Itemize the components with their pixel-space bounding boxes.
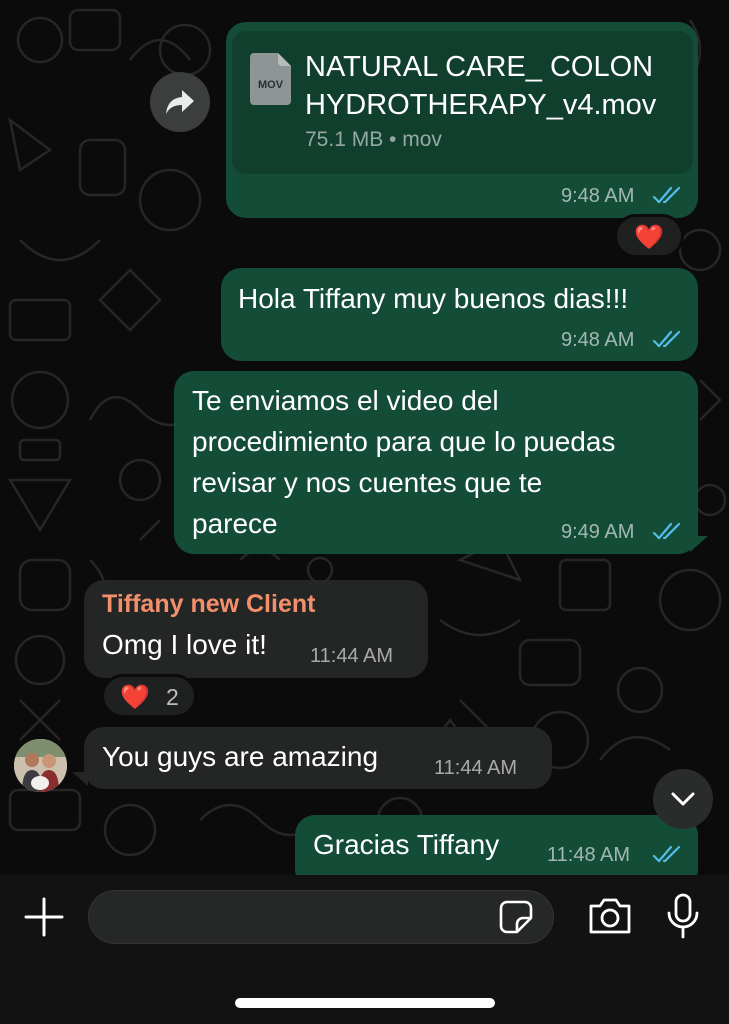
document-file-icon: MOV xyxy=(250,53,291,105)
heart-reaction-icon: ❤️ xyxy=(120,684,150,711)
file-size-type: 75.1 MB • mov xyxy=(305,128,442,151)
camera-button[interactable] xyxy=(587,896,633,936)
double-check-read-icon xyxy=(652,522,682,547)
microphone-icon xyxy=(667,893,699,939)
sticker-icon xyxy=(499,900,533,934)
message-text: Hola Tiffany muy buenos dias!!! xyxy=(238,283,629,314)
message-text: You guys are amazing xyxy=(102,741,379,772)
message-time: 9:48 AM xyxy=(561,185,635,207)
message-input-field[interactable] xyxy=(107,899,491,937)
camera-icon xyxy=(589,898,631,934)
heart-reaction-icon: ❤️ xyxy=(634,224,664,251)
bubble-tail xyxy=(72,772,88,786)
plus-icon xyxy=(24,897,64,937)
avatar[interactable] xyxy=(14,739,67,792)
scroll-to-bottom-button[interactable] xyxy=(653,769,713,829)
double-check-read-icon xyxy=(652,186,682,211)
bubble-tail xyxy=(690,536,708,552)
sender-name[interactable]: Tiffany new Client xyxy=(102,590,315,619)
message-time: 11:48 AM xyxy=(547,844,631,866)
double-check-read-icon xyxy=(652,845,682,870)
file-type-badge: MOV xyxy=(257,79,284,91)
file-name: NATURAL CARE_ COLON HYDROTHERAPY_v4.mov xyxy=(305,51,657,121)
message-input[interactable] xyxy=(88,890,554,944)
message-text: Gracias Tiffany xyxy=(313,829,500,860)
message-time: 9:49 AM xyxy=(561,521,635,543)
attach-button[interactable] xyxy=(22,895,66,939)
message-time: 9:48 AM xyxy=(561,329,635,351)
reaction-count: 2 xyxy=(166,684,179,710)
forward-button[interactable] xyxy=(150,72,210,132)
message-text: Te enviamos el video del procedimiento p… xyxy=(192,385,616,539)
double-check-read-icon xyxy=(652,330,682,355)
reaction-badge[interactable]: ❤️ xyxy=(614,214,684,258)
reaction-badge[interactable]: ❤️ 2 xyxy=(101,674,197,718)
home-indicator xyxy=(235,998,495,1008)
message-text: Omg I love it! xyxy=(102,629,267,660)
message-time: 11:44 AM xyxy=(434,757,518,779)
forward-arrow-icon xyxy=(166,90,194,114)
message-time: 11:44 AM xyxy=(310,645,394,667)
microphone-button[interactable] xyxy=(665,893,701,939)
sticker-button[interactable] xyxy=(498,899,534,935)
chevron-down-icon xyxy=(671,792,695,806)
